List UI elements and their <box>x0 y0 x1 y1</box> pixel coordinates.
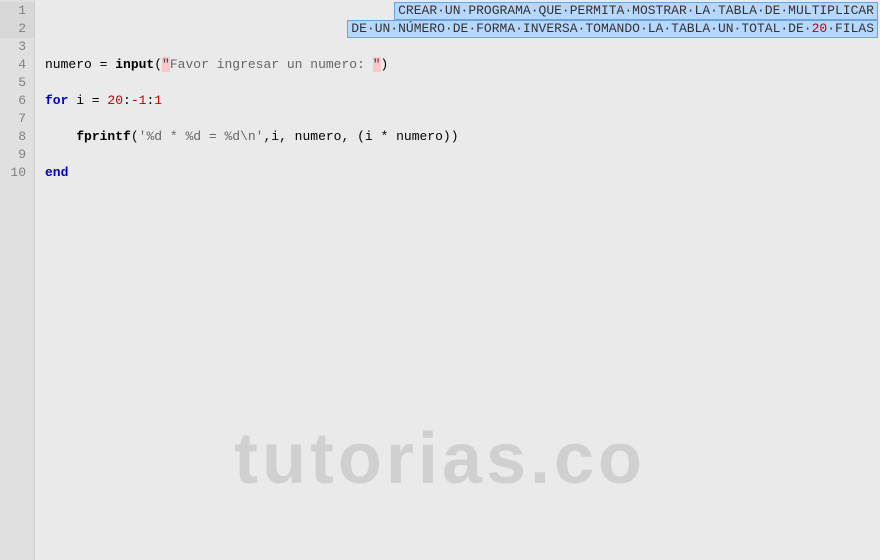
line-number: 6 <box>0 92 34 110</box>
code-line-3[interactable] <box>45 38 880 56</box>
indent <box>45 129 76 144</box>
code-line-9[interactable] <box>45 146 880 164</box>
line-number: 4 <box>0 56 34 74</box>
string-delim: " <box>162 57 170 72</box>
code-text: ,i, numero, (i * numero)) <box>263 129 458 144</box>
line-number: 8 <box>0 128 34 146</box>
code-text: numero = <box>45 57 115 72</box>
keyword: for <box>45 93 68 108</box>
line-number: 1 <box>0 2 34 20</box>
function-name: fprintf <box>76 129 131 144</box>
keyword: end <box>45 165 68 180</box>
string-literal: '%d * %d = %d\n' <box>139 129 264 144</box>
code-text: i = <box>68 93 107 108</box>
code-text: ) <box>381 57 389 72</box>
comment-line-2: DE·UN·NÚMERO·DE·FORMA·INVERSA·TOMANDO·LA… <box>347 20 878 38</box>
code-editor[interactable]: 1 2 3 4 5 6 7 8 9 10 numero = input("Fav… <box>0 0 880 560</box>
code-text: : <box>123 93 131 108</box>
line-number: 9 <box>0 146 34 164</box>
comment-text: DE·UN·NÚMERO·DE·FORMA·INVERSA·TOMANDO·LA… <box>351 21 811 36</box>
code-line-5[interactable] <box>45 74 880 92</box>
code-line-8[interactable]: fprintf('%d * %d = %d\n',i, numero, (i *… <box>45 128 880 146</box>
comment-text: ·FILAS <box>827 21 874 36</box>
function-name: input <box>115 57 154 72</box>
code-text: ( <box>154 57 162 72</box>
code-line-10[interactable]: end <box>45 164 880 182</box>
line-number: 2 <box>0 20 34 38</box>
code-content[interactable]: numero = input("Favor ingresar un numero… <box>35 0 880 560</box>
number-literal: 20 <box>812 21 828 36</box>
number-literal: 20 <box>107 93 123 108</box>
code-line-4[interactable]: numero = input("Favor ingresar un numero… <box>45 56 880 74</box>
comment-line-1: CREAR·UN·PROGRAMA·QUE·PERMITA·MOSTRAR·LA… <box>394 2 878 20</box>
line-number: 7 <box>0 110 34 128</box>
number-literal: 1 <box>154 93 162 108</box>
line-number-gutter: 1 2 3 4 5 6 7 8 9 10 <box>0 0 35 560</box>
code-text: ( <box>131 129 139 144</box>
code-line-7[interactable] <box>45 110 880 128</box>
line-number: 5 <box>0 74 34 92</box>
highlighted-comment: CREAR·UN·PROGRAMA·QUE·PERMITA·MOSTRAR·LA… <box>347 2 878 38</box>
code-line-6[interactable]: for i = 20:-1:1 <box>45 92 880 110</box>
number-literal: -1 <box>131 93 147 108</box>
string-delim: " <box>373 57 381 72</box>
line-number: 3 <box>0 38 34 56</box>
line-number: 10 <box>0 164 34 182</box>
string-literal: Favor ingresar un numero: <box>170 57 373 72</box>
